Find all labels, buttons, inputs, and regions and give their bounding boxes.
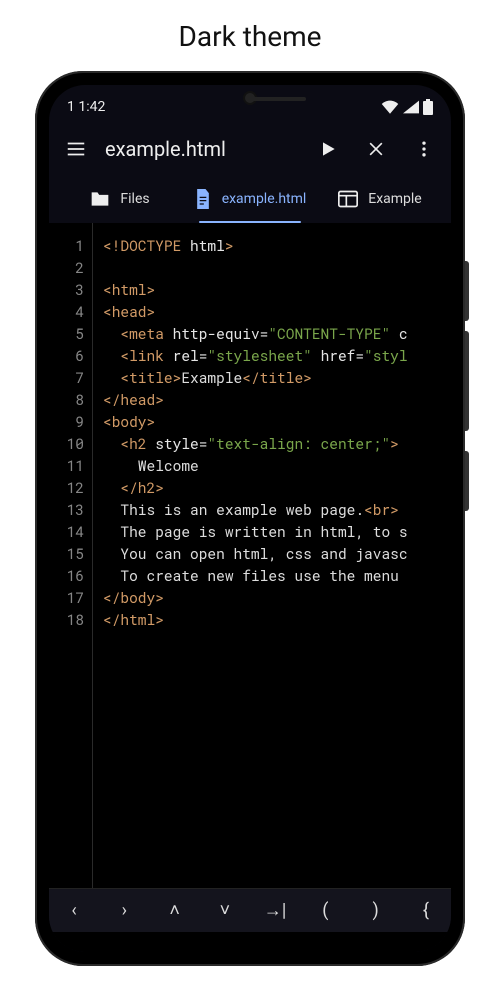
editor-toolbar: ‹›˄˅→|(){ bbox=[49, 888, 451, 932]
line-number: 14 bbox=[49, 521, 84, 543]
line-number: 16 bbox=[49, 565, 84, 587]
app-bar: example.html bbox=[49, 123, 451, 175]
close-icon bbox=[366, 139, 386, 159]
file-icon bbox=[194, 189, 212, 209]
code-line[interactable]: <!DOCTYPE html> bbox=[103, 235, 451, 257]
code-line[interactable]: <title>Example</title> bbox=[103, 367, 451, 389]
code-line[interactable]: To create new files use the menu bbox=[103, 565, 451, 587]
code-line[interactable]: </h2> bbox=[103, 477, 451, 499]
line-number: 4 bbox=[49, 301, 84, 323]
chevron-left-icon[interactable]: ‹ bbox=[49, 889, 99, 932]
line-number: 7 bbox=[49, 367, 84, 389]
chevron-up-icon[interactable]: ˄ bbox=[150, 889, 200, 932]
status-bar: 1 1:42 bbox=[49, 85, 451, 123]
page-title: Dark theme bbox=[178, 20, 321, 53]
side-button bbox=[465, 261, 469, 321]
signal-icon bbox=[403, 100, 419, 114]
code-line[interactable] bbox=[103, 257, 451, 279]
line-number: 9 bbox=[49, 411, 84, 433]
code-area[interactable]: <!DOCTYPE html> <html><head> <meta http-… bbox=[93, 223, 451, 888]
tabs: Files example.html Example bbox=[49, 175, 451, 223]
line-number: 12 bbox=[49, 477, 84, 499]
tab-files[interactable]: Files bbox=[55, 175, 185, 223]
web-icon bbox=[338, 190, 358, 208]
line-number: 5 bbox=[49, 323, 84, 345]
code-line[interactable]: You can open html, css and javasc bbox=[103, 543, 451, 565]
tab-example[interactable]: Example bbox=[315, 175, 445, 223]
side-button bbox=[465, 451, 469, 511]
code-line[interactable]: <body> bbox=[103, 411, 451, 433]
code-line[interactable]: The page is written in html, to s bbox=[103, 521, 451, 543]
nav-bar bbox=[49, 932, 451, 952]
code-line[interactable]: <h2 style="text-align: center;"> bbox=[103, 433, 451, 455]
line-number: 8 bbox=[49, 389, 84, 411]
screen: 1 1:42 example.html bbox=[49, 85, 451, 952]
line-number: 10 bbox=[49, 433, 84, 455]
more-vert-icon bbox=[414, 139, 434, 159]
tab-example-html[interactable]: example.html bbox=[185, 175, 315, 223]
app-title: example.html bbox=[103, 137, 301, 161]
close-button[interactable] bbox=[355, 128, 397, 170]
brace-open-icon[interactable]: { bbox=[401, 889, 451, 932]
code-line[interactable]: Welcome bbox=[103, 455, 451, 477]
line-number: 17 bbox=[49, 587, 84, 609]
paren-close-icon[interactable]: ) bbox=[351, 889, 401, 932]
code-line[interactable]: </html> bbox=[103, 609, 451, 631]
paren-open-icon[interactable]: ( bbox=[300, 889, 350, 932]
chevron-down-icon[interactable]: ˅ bbox=[200, 889, 250, 932]
code-line[interactable]: <meta http-equiv="CONTENT-TYPE" c bbox=[103, 323, 451, 345]
tab-label: Files bbox=[120, 191, 149, 207]
status-time: 1 1:42 bbox=[67, 99, 105, 115]
phone-frame: 1 1:42 example.html bbox=[35, 71, 465, 966]
code-line[interactable]: </body> bbox=[103, 587, 451, 609]
line-gutter: 123456789101112131415161718 bbox=[49, 223, 93, 888]
code-line[interactable]: <head> bbox=[103, 301, 451, 323]
status-icons bbox=[381, 99, 433, 115]
tab-icon[interactable]: →| bbox=[250, 889, 300, 932]
overflow-button[interactable] bbox=[403, 128, 445, 170]
line-number: 2 bbox=[49, 257, 84, 279]
battery-icon bbox=[423, 99, 433, 115]
folder-icon bbox=[90, 190, 110, 208]
menu-button[interactable] bbox=[55, 128, 97, 170]
line-number: 13 bbox=[49, 499, 84, 521]
tab-label: Example bbox=[368, 191, 421, 207]
line-number: 18 bbox=[49, 609, 84, 631]
code-line[interactable]: <link rel="stylesheet" href="styl bbox=[103, 345, 451, 367]
line-number: 15 bbox=[49, 543, 84, 565]
wifi-icon bbox=[381, 100, 399, 114]
side-button bbox=[465, 331, 469, 431]
tab-label: example.html bbox=[222, 191, 307, 207]
line-number: 11 bbox=[49, 455, 84, 477]
hamburger-icon bbox=[65, 138, 87, 160]
chevron-right-icon[interactable]: › bbox=[99, 889, 149, 932]
code-line[interactable]: This is an example web page.<br> bbox=[103, 499, 451, 521]
run-button[interactable] bbox=[307, 128, 349, 170]
line-number: 3 bbox=[49, 279, 84, 301]
code-line[interactable]: <html> bbox=[103, 279, 451, 301]
code-editor[interactable]: 123456789101112131415161718 <!DOCTYPE ht… bbox=[49, 223, 451, 888]
play-icon bbox=[318, 139, 338, 159]
code-line[interactable]: </head> bbox=[103, 389, 451, 411]
line-number: 1 bbox=[49, 235, 84, 257]
line-number: 6 bbox=[49, 345, 84, 367]
